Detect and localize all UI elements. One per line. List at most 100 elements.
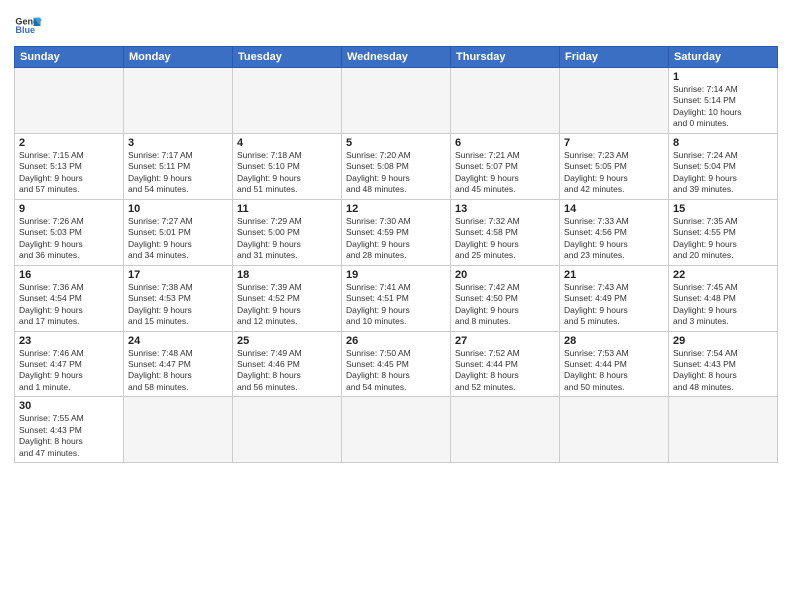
calendar-cell: 26Sunrise: 7:50 AM Sunset: 4:45 PM Dayli… [342,331,451,397]
day-number: 19 [346,269,446,281]
day-info: Sunrise: 7:50 AM Sunset: 4:45 PM Dayligh… [346,348,446,394]
day-info: Sunrise: 7:23 AM Sunset: 5:05 PM Dayligh… [564,150,664,196]
page: General Blue SundayMondayTuesdayWednesda… [0,0,792,612]
calendar: SundayMondayTuesdayWednesdayThursdayFrid… [14,46,778,463]
calendar-cell: 6Sunrise: 7:21 AM Sunset: 5:07 PM Daylig… [451,133,560,199]
day-info: Sunrise: 7:43 AM Sunset: 4:49 PM Dayligh… [564,282,664,328]
logo: General Blue [14,12,42,40]
week-row-1: 1Sunrise: 7:14 AM Sunset: 5:14 PM Daylig… [15,68,778,134]
calendar-cell: 11Sunrise: 7:29 AM Sunset: 5:00 PM Dayli… [233,199,342,265]
calendar-cell [233,68,342,134]
calendar-cell: 9Sunrise: 7:26 AM Sunset: 5:03 PM Daylig… [15,199,124,265]
calendar-cell: 14Sunrise: 7:33 AM Sunset: 4:56 PM Dayli… [560,199,669,265]
day-number: 16 [19,269,119,281]
week-row-2: 2Sunrise: 7:15 AM Sunset: 5:13 PM Daylig… [15,133,778,199]
weekday-thursday: Thursday [451,47,560,68]
day-number: 12 [346,203,446,215]
day-info: Sunrise: 7:38 AM Sunset: 4:53 PM Dayligh… [128,282,228,328]
calendar-cell: 7Sunrise: 7:23 AM Sunset: 5:05 PM Daylig… [560,133,669,199]
header: General Blue [14,12,778,40]
calendar-cell: 10Sunrise: 7:27 AM Sunset: 5:01 PM Dayli… [124,199,233,265]
day-info: Sunrise: 7:54 AM Sunset: 4:43 PM Dayligh… [673,348,773,394]
week-row-4: 16Sunrise: 7:36 AM Sunset: 4:54 PM Dayli… [15,265,778,331]
day-info: Sunrise: 7:17 AM Sunset: 5:11 PM Dayligh… [128,150,228,196]
calendar-cell: 20Sunrise: 7:42 AM Sunset: 4:50 PM Dayli… [451,265,560,331]
weekday-header-row: SundayMondayTuesdayWednesdayThursdayFrid… [15,47,778,68]
logo-icon: General Blue [14,12,42,40]
calendar-cell [451,68,560,134]
weekday-friday: Friday [560,47,669,68]
day-number: 10 [128,203,228,215]
svg-text:Blue: Blue [15,25,35,35]
day-number: 28 [564,335,664,347]
day-info: Sunrise: 7:30 AM Sunset: 4:59 PM Dayligh… [346,216,446,262]
calendar-cell: 23Sunrise: 7:46 AM Sunset: 4:47 PM Dayli… [15,331,124,397]
calendar-cell [560,68,669,134]
day-info: Sunrise: 7:46 AM Sunset: 4:47 PM Dayligh… [19,348,119,394]
day-info: Sunrise: 7:21 AM Sunset: 5:07 PM Dayligh… [455,150,555,196]
day-info: Sunrise: 7:36 AM Sunset: 4:54 PM Dayligh… [19,282,119,328]
calendar-cell: 24Sunrise: 7:48 AM Sunset: 4:47 PM Dayli… [124,331,233,397]
day-info: Sunrise: 7:39 AM Sunset: 4:52 PM Dayligh… [237,282,337,328]
day-info: Sunrise: 7:18 AM Sunset: 5:10 PM Dayligh… [237,150,337,196]
day-number: 21 [564,269,664,281]
day-number: 23 [19,335,119,347]
day-number: 3 [128,137,228,149]
day-info: Sunrise: 7:14 AM Sunset: 5:14 PM Dayligh… [673,84,773,130]
day-info: Sunrise: 7:45 AM Sunset: 4:48 PM Dayligh… [673,282,773,328]
day-number: 20 [455,269,555,281]
calendar-cell [124,68,233,134]
day-info: Sunrise: 7:33 AM Sunset: 4:56 PM Dayligh… [564,216,664,262]
day-info: Sunrise: 7:26 AM Sunset: 5:03 PM Dayligh… [19,216,119,262]
calendar-cell: 5Sunrise: 7:20 AM Sunset: 5:08 PM Daylig… [342,133,451,199]
day-number: 27 [455,335,555,347]
day-number: 17 [128,269,228,281]
day-info: Sunrise: 7:48 AM Sunset: 4:47 PM Dayligh… [128,348,228,394]
calendar-cell: 21Sunrise: 7:43 AM Sunset: 4:49 PM Dayli… [560,265,669,331]
day-info: Sunrise: 7:42 AM Sunset: 4:50 PM Dayligh… [455,282,555,328]
day-number: 2 [19,137,119,149]
weekday-tuesday: Tuesday [233,47,342,68]
calendar-cell: 12Sunrise: 7:30 AM Sunset: 4:59 PM Dayli… [342,199,451,265]
weekday-wednesday: Wednesday [342,47,451,68]
day-info: Sunrise: 7:32 AM Sunset: 4:58 PM Dayligh… [455,216,555,262]
day-number: 9 [19,203,119,215]
calendar-cell [669,397,778,463]
day-number: 14 [564,203,664,215]
day-number: 30 [19,400,119,412]
calendar-cell: 15Sunrise: 7:35 AM Sunset: 4:55 PM Dayli… [669,199,778,265]
day-info: Sunrise: 7:52 AM Sunset: 4:44 PM Dayligh… [455,348,555,394]
day-number: 7 [564,137,664,149]
calendar-cell: 18Sunrise: 7:39 AM Sunset: 4:52 PM Dayli… [233,265,342,331]
day-info: Sunrise: 7:41 AM Sunset: 4:51 PM Dayligh… [346,282,446,328]
day-number: 26 [346,335,446,347]
calendar-cell: 4Sunrise: 7:18 AM Sunset: 5:10 PM Daylig… [233,133,342,199]
calendar-cell: 27Sunrise: 7:52 AM Sunset: 4:44 PM Dayli… [451,331,560,397]
calendar-cell [15,68,124,134]
day-number: 1 [673,71,773,83]
day-number: 29 [673,335,773,347]
calendar-cell: 28Sunrise: 7:53 AM Sunset: 4:44 PM Dayli… [560,331,669,397]
calendar-cell: 25Sunrise: 7:49 AM Sunset: 4:46 PM Dayli… [233,331,342,397]
day-number: 6 [455,137,555,149]
day-number: 13 [455,203,555,215]
day-info: Sunrise: 7:27 AM Sunset: 5:01 PM Dayligh… [128,216,228,262]
calendar-cell: 19Sunrise: 7:41 AM Sunset: 4:51 PM Dayli… [342,265,451,331]
day-number: 4 [237,137,337,149]
day-info: Sunrise: 7:15 AM Sunset: 5:13 PM Dayligh… [19,150,119,196]
day-number: 8 [673,137,773,149]
weekday-monday: Monday [124,47,233,68]
calendar-cell: 3Sunrise: 7:17 AM Sunset: 5:11 PM Daylig… [124,133,233,199]
week-row-3: 9Sunrise: 7:26 AM Sunset: 5:03 PM Daylig… [15,199,778,265]
calendar-cell: 2Sunrise: 7:15 AM Sunset: 5:13 PM Daylig… [15,133,124,199]
week-row-5: 23Sunrise: 7:46 AM Sunset: 4:47 PM Dayli… [15,331,778,397]
day-number: 18 [237,269,337,281]
day-number: 22 [673,269,773,281]
day-number: 24 [128,335,228,347]
calendar-cell [342,68,451,134]
day-info: Sunrise: 7:53 AM Sunset: 4:44 PM Dayligh… [564,348,664,394]
day-info: Sunrise: 7:24 AM Sunset: 5:04 PM Dayligh… [673,150,773,196]
day-number: 25 [237,335,337,347]
day-info: Sunrise: 7:55 AM Sunset: 4:43 PM Dayligh… [19,413,119,459]
weekday-saturday: Saturday [669,47,778,68]
